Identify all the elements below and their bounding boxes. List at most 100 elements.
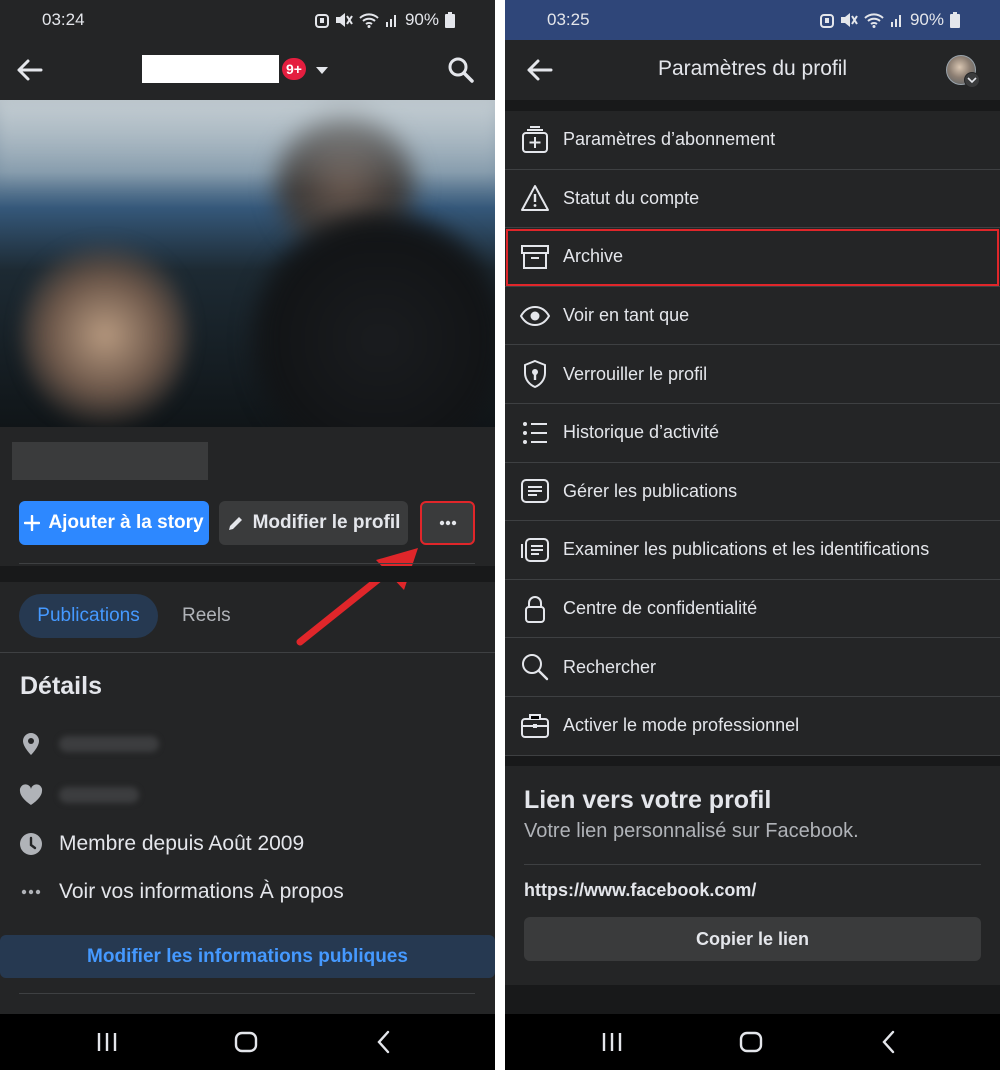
menu-item-professional-mode[interactable]: Activer le mode professionnel (505, 697, 1000, 756)
menu-item-account-status[interactable]: Statut du compte (505, 170, 1000, 229)
back-nav-icon[interactable] (374, 1028, 394, 1056)
review-icon (519, 534, 551, 566)
signal-icon (385, 15, 396, 27)
menu-item-label: Voir en tant que (563, 305, 690, 326)
menu-item-label: Historique d’activité (563, 422, 720, 443)
menu-item-subscription[interactable]: Paramètres d’abonnement (505, 111, 1000, 170)
warning-icon (519, 182, 551, 214)
chevron-down-icon[interactable] (964, 72, 980, 88)
location-redacted (59, 736, 159, 752)
shield-lock-icon (519, 358, 551, 390)
profile-link-url: https://www.facebook.com/ (524, 880, 757, 900)
alarm-icon (314, 14, 329, 28)
page-title: Paramètres du profil (657, 57, 848, 80)
back-arrow-icon[interactable] (12, 53, 46, 87)
copy-link-label: Copier le lien (695, 928, 810, 949)
menu-item-label: Centre de confidentialité (563, 598, 758, 619)
battery-icon (950, 12, 960, 28)
profile-name-redacted (142, 55, 279, 83)
profile-name-placeholder (12, 442, 208, 480)
add-to-story-button[interactable]: Ajouter à la story (19, 501, 209, 545)
more-dots-icon (439, 520, 456, 526)
menu-item-label: Statut du compte (563, 187, 700, 208)
detail-member-since: Membre depuis Août 2009 (19, 832, 304, 856)
menu-item-label: Paramètres d’abonnement (563, 129, 776, 150)
details-title: Détails (20, 672, 102, 700)
settings-menu: Paramètres d’abonnement Statut du compte… (505, 111, 1000, 756)
profile-link-title: Lien vers votre profil (524, 786, 772, 814)
system-navigation-bar (505, 1014, 1000, 1070)
menu-item-label: Gérer les publications (563, 480, 738, 501)
menu-item-label: Activer le mode professionnel (563, 715, 800, 736)
menu-item-search[interactable]: Rechercher (505, 638, 1000, 697)
home-icon[interactable] (738, 1028, 764, 1056)
edit-public-info-label: Modifier les informations publiques (87, 945, 408, 967)
profile-header: 9+ (0, 40, 495, 100)
lock-icon (519, 593, 551, 625)
menu-item-label: Examiner les publications et les identif… (563, 539, 930, 560)
recent-apps-icon[interactable] (96, 1028, 118, 1056)
recent-apps-icon[interactable] (601, 1028, 623, 1056)
tab-publications-label: Publications (37, 605, 140, 626)
tab-reels[interactable]: Reels (182, 605, 231, 627)
mute-icon (840, 13, 858, 27)
more-dots-icon (19, 880, 43, 904)
cover-photo[interactable] (0, 100, 495, 427)
menu-item-view-as[interactable]: Voir en tant que (505, 287, 1000, 346)
alarm-icon (819, 14, 834, 28)
signal-icon (890, 15, 901, 27)
edit-profile-label: Modifier le profil (252, 512, 401, 533)
profile-screen: 03:24 90% 9+ Ajouter à la story Modifier… (0, 0, 495, 1070)
detail-see-about[interactable]: Voir vos informations À propos (19, 880, 344, 904)
edit-profile-button[interactable]: Modifier le profil (219, 501, 408, 545)
heart-icon (19, 783, 43, 807)
briefcase-icon (519, 710, 551, 742)
tab-publications[interactable]: Publications (19, 594, 158, 638)
clock-icon (19, 832, 43, 856)
status-time: 03:24 (42, 10, 85, 29)
mute-icon (335, 13, 353, 27)
copy-link-button[interactable]: Copier le lien (524, 917, 981, 961)
edit-public-info-button[interactable]: Modifier les informations publiques (0, 935, 495, 978)
menu-item-lock-profile[interactable]: Verrouiller le profil (505, 345, 1000, 404)
wifi-icon (359, 13, 379, 28)
status-bar: 03:25 90% (505, 0, 1000, 40)
menu-item-manage-posts[interactable]: Gérer les publications (505, 463, 1000, 522)
battery-icon (445, 12, 455, 28)
search-icon[interactable] (444, 53, 478, 87)
wifi-icon (864, 13, 884, 28)
status-bar: 03:24 90% (0, 0, 495, 40)
archive-icon (519, 241, 551, 273)
more-options-button[interactable] (420, 501, 475, 545)
plus-icon (24, 515, 41, 531)
see-about-text: Voir vos informations À propos (59, 880, 344, 903)
posts-icon (519, 475, 551, 507)
menu-item-label: Rechercher (563, 656, 657, 677)
menu-item-label: Verrouiller le profil (563, 363, 708, 384)
back-nav-icon[interactable] (879, 1028, 899, 1056)
eye-icon (519, 300, 551, 332)
menu-item-activity-log[interactable]: Historique d’activité (505, 404, 1000, 463)
menu-item-review-posts[interactable]: Examiner les publications et les identif… (505, 521, 1000, 580)
red-arrow-annotation (296, 548, 418, 646)
pencil-icon (228, 517, 242, 530)
member-since-text: Membre depuis Août 2009 (59, 832, 305, 855)
status-time: 03:25 (547, 10, 590, 29)
system-navigation-bar (0, 1014, 495, 1070)
search-icon (519, 651, 551, 683)
menu-item-label: Archive (563, 246, 624, 267)
add-to-story-label: Ajouter à la story (48, 512, 204, 533)
chevron-down-icon[interactable] (312, 60, 332, 80)
menu-item-privacy-center[interactable]: Centre de confidentialité (505, 580, 1000, 639)
notification-badge: 9+ (282, 58, 306, 80)
subscription-icon (519, 124, 551, 156)
list-icon (519, 417, 551, 449)
profile-link-subtitle: Votre lien personnalisé sur Facebook. (524, 820, 859, 842)
settings-header: Paramètres du profil (505, 40, 1000, 100)
menu-item-archive[interactable]: Archive (505, 228, 1000, 287)
relationship-redacted (59, 787, 139, 803)
battery-percent: 90% (909, 10, 944, 29)
home-icon[interactable] (233, 1028, 259, 1056)
profile-settings-screen: 03:25 90% Paramètres du profil Paramètre… (505, 0, 1000, 1070)
detail-relationship (19, 783, 139, 807)
